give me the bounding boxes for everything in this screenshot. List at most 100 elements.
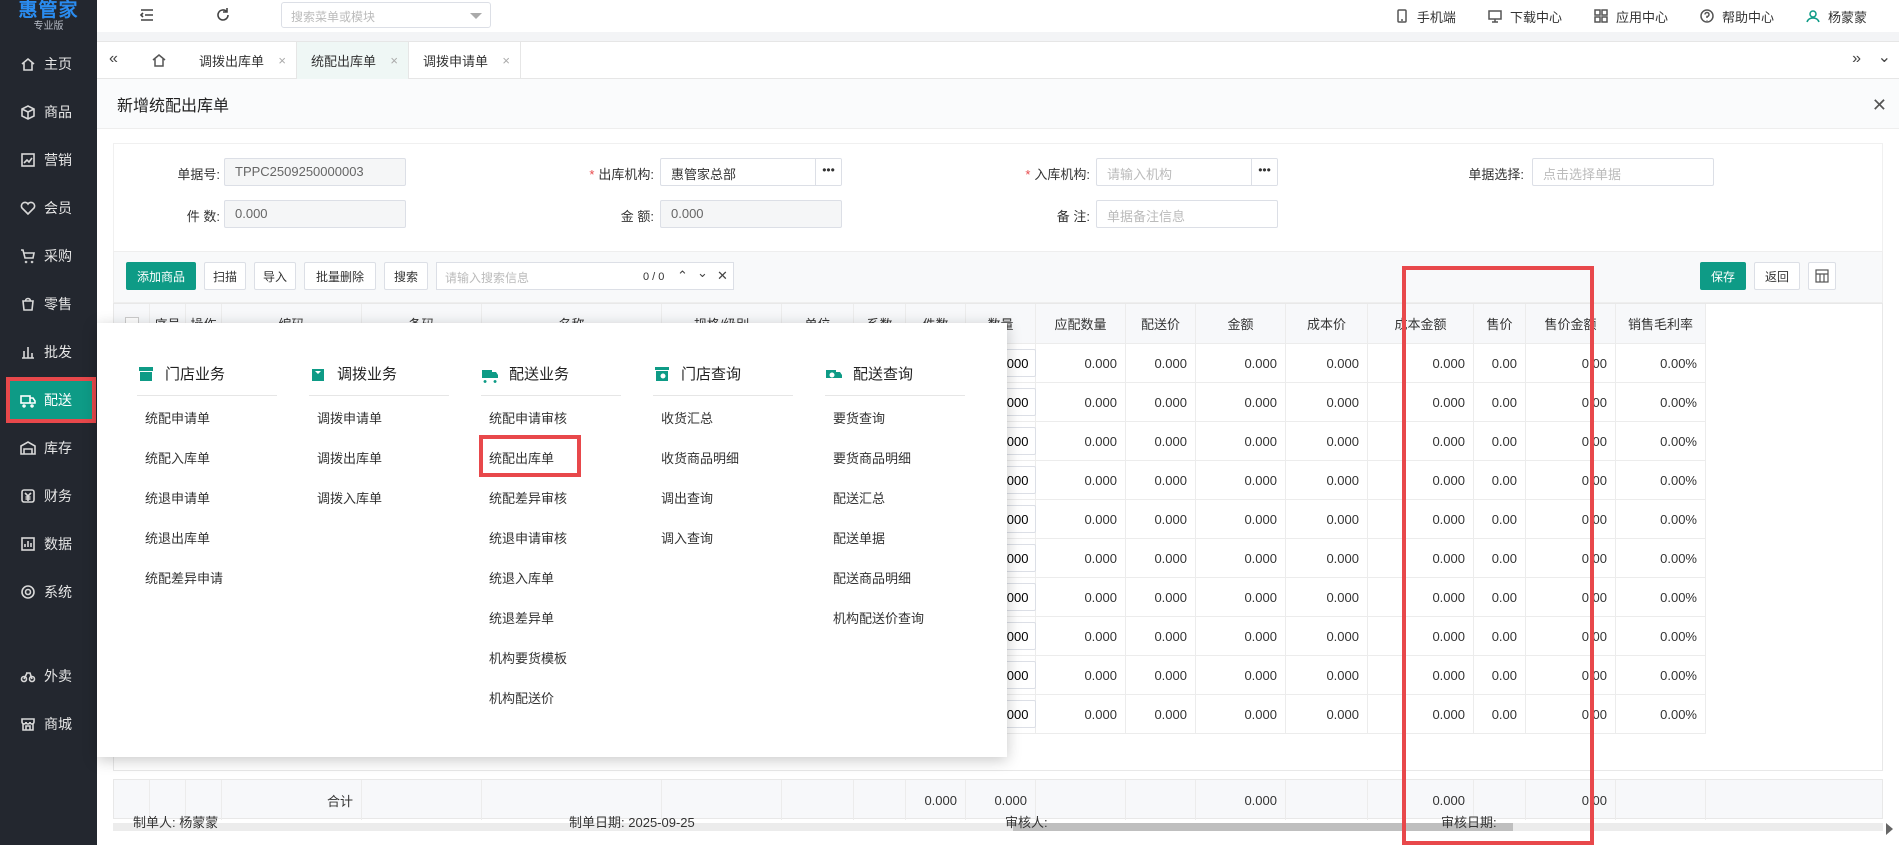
collapse-menu-icon[interactable] xyxy=(139,7,155,23)
sidebar-item-11[interactable]: 系统 xyxy=(0,573,97,611)
menu-group-title: 门店查询 xyxy=(653,363,741,384)
creator-info: 制单人: 杨蒙蒙 xyxy=(133,812,218,831)
auditor-label: 审核人: xyxy=(1005,815,1048,830)
clear-icon[interactable]: ✕ xyxy=(717,268,728,284)
sidebar-item-7[interactable]: 配送 xyxy=(6,377,96,423)
table-cell: 0.000 xyxy=(1126,695,1196,734)
doc-select-input[interactable]: 点击选择单据 xyxy=(1532,158,1714,186)
chevron-down-icon[interactable]: ⌄ xyxy=(697,265,708,281)
scroll-right-icon[interactable] xyxy=(1886,823,1893,835)
add-product-button[interactable]: 添加商品 xyxy=(126,262,196,290)
menu-item[interactable]: 调拨申请单 xyxy=(317,408,382,427)
cost_amount-value: 0.000 xyxy=(1432,550,1465,566)
menu-group-label: 调拨业务 xyxy=(337,366,398,383)
menu-item[interactable]: 要货商品明细 xyxy=(833,448,911,467)
column-settings-icon[interactable] xyxy=(1808,262,1836,290)
menu-item[interactable]: 统配差异申请 xyxy=(145,568,223,587)
cost_amount-value: 0.000 xyxy=(1432,433,1465,449)
import-button[interactable]: 导入 xyxy=(254,262,296,290)
menu-item[interactable]: 配送汇总 xyxy=(833,488,885,507)
sale-value: 0.00 xyxy=(1491,355,1517,371)
horizontal-scrollbar[interactable] xyxy=(113,823,1883,831)
tabs-prev-icon[interactable]: « xyxy=(109,50,118,68)
sidebar-item-13[interactable]: 商城 xyxy=(0,705,97,743)
user-menu[interactable]: 杨蒙蒙 xyxy=(1806,7,1867,26)
menu-item[interactable]: 配送商品明细 xyxy=(833,568,911,587)
menu-item[interactable]: 调出查询 xyxy=(661,488,713,507)
tabs-next-icon[interactable]: » xyxy=(1852,50,1861,68)
tabs-dropdown-icon[interactable]: ⌄ xyxy=(1878,47,1891,67)
refresh-icon[interactable] xyxy=(215,7,231,23)
app-center-link[interactable]: 应用中心 xyxy=(1594,7,1668,26)
tab-distribution-out[interactable]: 统配出库单 × xyxy=(297,42,409,79)
back-button[interactable]: 返回 xyxy=(1754,262,1800,290)
menu-item[interactable]: 收货汇总 xyxy=(661,408,713,427)
menu-search-input[interactable]: 搜索菜单或模块 xyxy=(281,2,491,28)
menu-item[interactable]: 统退差异单 xyxy=(489,608,554,627)
menu-item[interactable]: 统退申请单 xyxy=(145,488,210,507)
chevron-up-icon[interactable]: ⌃ xyxy=(677,268,688,284)
menu-item[interactable]: 调入查询 xyxy=(661,528,713,547)
cost-value: 0.000 xyxy=(1326,550,1359,566)
sidebar-item-10[interactable]: 数据 xyxy=(0,525,97,563)
menu-item[interactable]: 配送单据 xyxy=(833,528,885,547)
mobile-link[interactable]: 手机端 xyxy=(1395,7,1456,26)
help-center-link[interactable]: 帮助中心 xyxy=(1700,7,1774,26)
table-search-input[interactable]: 请输入搜索信息 0 / 0 ⌃ ⌄ ✕ xyxy=(436,262,734,290)
page-header: 新增统配出库单 xyxy=(97,79,1899,129)
close-icon[interactable]: × xyxy=(278,53,286,68)
menu-item[interactable]: 统配入库单 xyxy=(145,448,210,467)
batch-delete-button[interactable]: 批量删除 xyxy=(304,262,376,290)
menu-item[interactable]: 调拨入库单 xyxy=(317,488,382,507)
scan-button[interactable]: 扫描 xyxy=(204,262,246,290)
in-org-input[interactable]: 请输入机构 ••• xyxy=(1096,158,1278,186)
menu-item[interactable]: 机构配送价查询 xyxy=(833,608,924,627)
tab-label: 调拨出库单 xyxy=(199,54,265,69)
menu-item[interactable]: 统配申请单 xyxy=(145,408,210,427)
menu-item[interactable]: 统退申请审核 xyxy=(489,528,567,547)
sidebar-item-4[interactable]: 采购 xyxy=(0,237,97,275)
menu-item[interactable]: 统退入库单 xyxy=(489,568,554,587)
sidebar-item-2[interactable]: 营销 xyxy=(0,141,97,179)
menu-item[interactable]: 统配申请审核 xyxy=(489,408,567,427)
download-center-label: 下载中心 xyxy=(1509,9,1562,25)
table-header-cell: 金额 xyxy=(1196,304,1286,344)
save-button[interactable]: 保存 xyxy=(1700,262,1746,290)
menu-item[interactable]: 机构配送价 xyxy=(489,688,554,707)
chevron-down-icon[interactable] xyxy=(470,13,482,19)
menu-item[interactable]: 要货查询 xyxy=(833,408,885,427)
sidebar-item-6[interactable]: 批发 xyxy=(0,333,97,371)
sidebar-item-9[interactable]: 财务 xyxy=(0,477,97,515)
close-icon[interactable]: × xyxy=(502,53,510,68)
sidebar-item-5[interactable]: 零售 xyxy=(0,285,97,323)
menu-item[interactable]: 统配出库单 xyxy=(489,448,554,467)
menu-item[interactable]: 统退出库单 xyxy=(145,528,210,547)
sidebar-item-3[interactable]: 会员 xyxy=(0,189,97,227)
more-icon[interactable]: ••• xyxy=(1251,159,1277,185)
tab-transfer-request[interactable]: 调拨申请单 × xyxy=(409,42,521,79)
more-icon[interactable]: ••• xyxy=(815,159,841,185)
search-button[interactable]: 搜索 xyxy=(384,262,428,290)
tab-transfer-out[interactable]: 调拨出库单 × xyxy=(185,42,297,79)
close-page-icon[interactable]: ✕ xyxy=(1872,95,1887,116)
cost_amount-value: 0.000 xyxy=(1432,511,1465,527)
menu-item[interactable]: 调拨出库单 xyxy=(317,448,382,467)
remark-input[interactable]: 单据备注信息 xyxy=(1096,200,1278,228)
sidebar-item-12[interactable]: 外卖 xyxy=(0,657,97,695)
sale_amount-value: 0.00 xyxy=(1581,394,1607,410)
sidebar-item-1[interactable]: 商品 xyxy=(0,93,97,131)
close-icon[interactable]: × xyxy=(390,53,398,68)
heart-icon xyxy=(20,201,36,216)
sidebar-item-8[interactable]: 库存 xyxy=(0,429,97,467)
out-org-field[interactable]: 惠管家总部 ••• xyxy=(660,158,842,186)
menu-item[interactable]: 统配差异审核 xyxy=(489,488,567,507)
header-label: 售价金额 xyxy=(1544,317,1597,332)
menu-item[interactable]: 收货商品明细 xyxy=(661,448,739,467)
home-tab-icon[interactable] xyxy=(151,52,167,68)
table-cell: 0.00 xyxy=(1474,578,1526,617)
scrollbar-thumb[interactable] xyxy=(1013,823,1513,831)
sidebar-item-0[interactable]: 主页 xyxy=(0,45,97,83)
download-center-link[interactable]: 下载中心 xyxy=(1488,7,1562,26)
table-header-cell: 成本金额 xyxy=(1368,304,1474,344)
menu-item[interactable]: 机构要货模板 xyxy=(489,648,567,667)
